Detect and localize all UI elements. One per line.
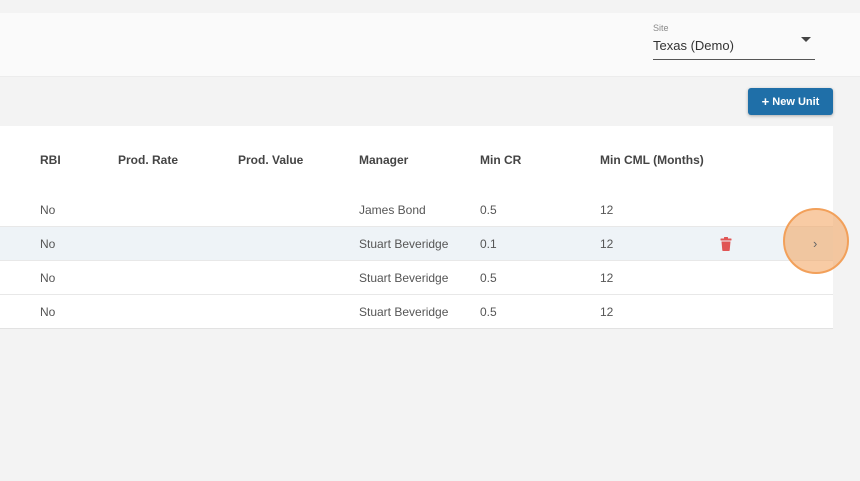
column-header-prod-value[interactable]: Prod. Value [238, 153, 303, 167]
new-unit-label: New Unit [772, 95, 820, 108]
cell-min-cml: 12 [600, 202, 614, 217]
cell-min-cr: 0.5 [480, 304, 497, 319]
new-unit-button[interactable]: + New Unit [748, 88, 833, 115]
table-header: RBI Prod. Rate Prod. Value Manager Min C… [0, 126, 833, 193]
cell-manager: James Bond [359, 202, 426, 217]
trash-icon[interactable] [720, 236, 732, 251]
plus-icon: + [761, 94, 770, 109]
cell-min-cr: 0.1 [480, 236, 497, 251]
column-header-min-cr[interactable]: Min CR [480, 153, 521, 167]
cell-min-cml: 12 [600, 236, 614, 251]
site-select[interactable]: Site Texas (Demo) [653, 21, 815, 60]
table-row[interactable]: No Stuart Beveridge 0.1 12 [0, 226, 833, 260]
cell-min-cml: 12 [600, 304, 614, 319]
cell-rbi: No [40, 236, 56, 251]
dropdown-caret-icon [801, 37, 811, 42]
cell-min-cml: 12 [600, 270, 614, 285]
cell-rbi: No [40, 304, 56, 319]
column-header-rbi[interactable]: RBI [40, 153, 61, 167]
cell-manager: Stuart Beveridge [359, 270, 449, 285]
chevron-right-icon[interactable]: › [813, 236, 817, 251]
table-row[interactable]: No James Bond 0.5 12 [0, 193, 833, 226]
cell-manager: Stuart Beveridge [359, 236, 449, 251]
column-header-min-cml[interactable]: Min CML (Months) [600, 153, 704, 167]
table-row[interactable]: No Stuart Beveridge 0.5 12 [0, 260, 833, 294]
cell-min-cr: 0.5 [480, 202, 497, 217]
cell-min-cr: 0.5 [480, 270, 497, 285]
column-header-prod-rate[interactable]: Prod. Rate [118, 153, 178, 167]
cell-manager: Stuart Beveridge [359, 304, 449, 319]
cell-rbi: No [40, 270, 56, 285]
site-value: Texas (Demo) [653, 38, 734, 53]
column-header-manager[interactable]: Manager [359, 153, 408, 167]
cell-rbi: No [40, 202, 56, 217]
site-label: Site [653, 23, 669, 33]
top-strip [0, 0, 860, 13]
table-row[interactable]: No Stuart Beveridge 0.5 12 [0, 294, 833, 328]
units-table: RBI Prod. Rate Prod. Value Manager Min C… [0, 126, 833, 329]
page-header: Site Texas (Demo) [0, 13, 860, 77]
